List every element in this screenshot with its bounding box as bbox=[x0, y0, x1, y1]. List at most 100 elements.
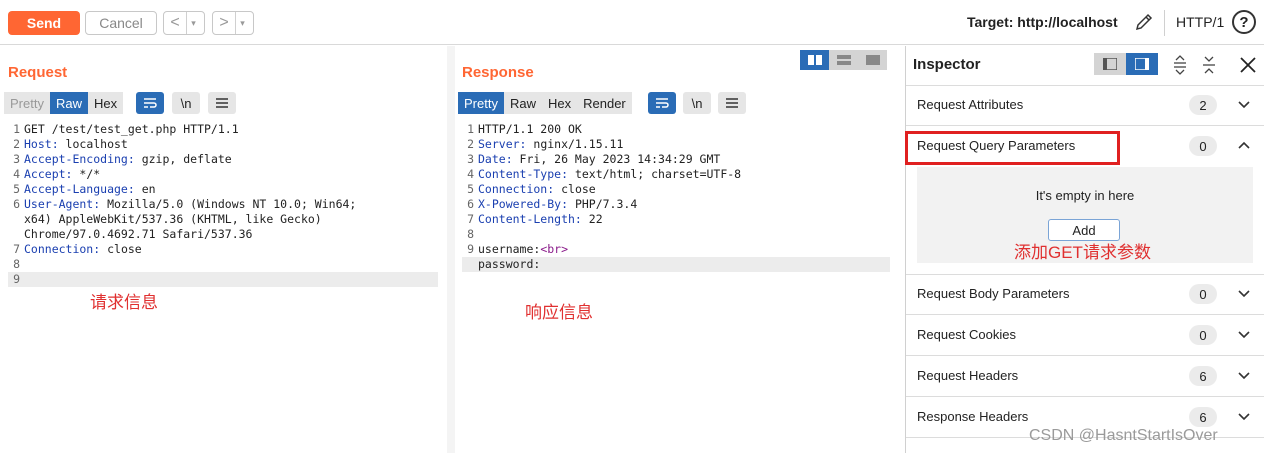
expand-all-icon[interactable] bbox=[1170, 55, 1190, 75]
row-count-badge: 6 bbox=[1189, 366, 1217, 386]
line-number: 8 bbox=[467, 227, 474, 241]
send-button[interactable]: Send bbox=[8, 11, 80, 35]
wrap-icon[interactable] bbox=[136, 92, 164, 114]
inspector-row-request-headers[interactable]: Request Headers 6 bbox=[906, 356, 1264, 397]
code-line[interactable]: 1 GET /test/test_get.php HTTP/1.1 bbox=[8, 122, 438, 137]
header-value: en bbox=[134, 182, 156, 196]
code-line[interactable]: 2 Server: nginx/1.15.11 bbox=[462, 137, 890, 152]
header-key: Connection: bbox=[478, 182, 555, 196]
line-number: 9 bbox=[467, 242, 474, 256]
line-number: 3 bbox=[467, 152, 474, 166]
wrap-icon[interactable] bbox=[648, 92, 676, 114]
inspector-collapse-icon[interactable] bbox=[1094, 53, 1126, 75]
header-key: Content-Length: bbox=[478, 212, 582, 226]
code-text: X-Powered-By: PHP/7.3.4 bbox=[478, 197, 637, 212]
chevron-down-icon[interactable] bbox=[1237, 284, 1253, 304]
code-line[interactable]: x64) AppleWebKit/537.36 (KHTML, like Gec… bbox=[8, 212, 438, 227]
chevron-down-icon[interactable] bbox=[1237, 325, 1253, 345]
code-line[interactable]: 6 User-Agent: Mozilla/5.0 (Windows NT 10.… bbox=[8, 197, 438, 212]
code-text: GET /test/test_get.php HTTP/1.1 bbox=[24, 122, 239, 137]
code-line[interactable]: 5 Connection: close bbox=[462, 182, 890, 197]
code-text: Content-Length: 22 bbox=[478, 212, 603, 227]
code-line[interactable]: 9 username:<br> bbox=[462, 242, 890, 257]
code-line[interactable]: 9 bbox=[8, 272, 438, 287]
code-line[interactable]: password: bbox=[462, 257, 890, 272]
inspector-row-request-body-parameters[interactable]: Request Body Parameters 0 bbox=[906, 274, 1264, 315]
header-key: Accept: bbox=[24, 167, 73, 181]
code-line[interactable]: 1 HTTP/1.1 200 OK bbox=[462, 122, 890, 137]
code-line[interactable]: 3 Date: Fri, 26 May 2023 14:34:29 GMT bbox=[462, 152, 890, 167]
header-value: localhost bbox=[58, 137, 128, 151]
row-count-badge: 0 bbox=[1189, 284, 1217, 304]
tab-raw[interactable]: Raw bbox=[49, 92, 88, 114]
header-value: PHP/7.3.4 bbox=[568, 197, 638, 211]
tab-pretty[interactable]: Pretty bbox=[4, 92, 50, 114]
layout-side-by-side-icon[interactable] bbox=[800, 50, 829, 70]
code-line[interactable]: 6 X-Powered-By: PHP/7.3.4 bbox=[462, 197, 890, 212]
top-toolbar: Send Cancel < ▾ > ▾ Target: http://local… bbox=[0, 0, 1264, 45]
newline-toggle[interactable]: \n bbox=[172, 92, 200, 114]
menu-icon[interactable] bbox=[718, 92, 746, 114]
tab-hex[interactable]: Hex bbox=[541, 92, 578, 114]
code-text: x64) AppleWebKit/537.36 (KHTML, like Gec… bbox=[24, 212, 322, 227]
row-label: Request Headers bbox=[917, 368, 1019, 383]
back-dropdown-icon[interactable]: ▾ bbox=[186, 12, 200, 34]
toolbar-divider bbox=[1164, 10, 1165, 36]
inspector-title: Inspector bbox=[913, 56, 981, 73]
pane-splitter[interactable] bbox=[447, 46, 455, 453]
forward-arrow-icon[interactable]: > bbox=[213, 14, 235, 32]
header-value: close bbox=[554, 182, 596, 196]
inspector-row-request-attributes[interactable]: Request Attributes 2 bbox=[906, 85, 1264, 126]
menu-icon[interactable] bbox=[208, 92, 236, 114]
newline-toggle[interactable]: \n bbox=[683, 92, 711, 114]
code-line[interactable]: 4 Accept: */* bbox=[8, 167, 438, 182]
http-version-toggle[interactable]: HTTP/1 bbox=[1176, 14, 1224, 30]
chevron-up-icon[interactable] bbox=[1237, 136, 1253, 156]
layout-stacked-icon[interactable] bbox=[829, 50, 858, 70]
code-line[interactable]: 4 Content-Type: text/html; charset=UTF-8 bbox=[462, 167, 890, 182]
request-editor[interactable]: 1 GET /test/test_get.php HTTP/1.1 2 Host: l… bbox=[8, 122, 438, 287]
request-tabs: Pretty Raw Hex bbox=[4, 92, 124, 114]
code-line[interactable]: 5 Accept-Language: en bbox=[8, 182, 438, 197]
chevron-down-icon[interactable] bbox=[1237, 366, 1253, 386]
line-number: 6 bbox=[13, 197, 20, 211]
forward-dropdown-icon[interactable]: ▾ bbox=[235, 12, 249, 34]
line-number: 7 bbox=[467, 212, 474, 226]
cancel-button[interactable]: Cancel bbox=[85, 11, 157, 35]
code-line[interactable]: 7 Connection: close bbox=[8, 242, 438, 257]
inspector-expand-icon[interactable] bbox=[1126, 53, 1158, 75]
code-text: Connection: close bbox=[24, 242, 142, 257]
code-line[interactable]: Chrome/97.0.4692.71 Safari/537.36 bbox=[8, 227, 438, 242]
row-count-badge: 6 bbox=[1189, 407, 1217, 427]
line-number: 2 bbox=[467, 137, 474, 151]
code-line[interactable]: 3 Accept-Encoding: gzip, deflate bbox=[8, 152, 438, 167]
tab-pretty[interactable]: Pretty bbox=[458, 92, 504, 114]
code-line[interactable]: 8 bbox=[8, 257, 438, 272]
code-line[interactable]: 2 Host: localhost bbox=[8, 137, 438, 152]
tab-hex[interactable]: Hex bbox=[87, 92, 124, 114]
response-pane: Response Pretty Raw Hex Render \n 1 HTTP/… bbox=[455, 46, 904, 453]
inspector-layout-toggle bbox=[1094, 53, 1158, 75]
inspector-panel: Inspector Request Attributes 2 Request Q… bbox=[905, 46, 1264, 453]
response-editor[interactable]: 1 HTTP/1.1 200 OK 2 Server: nginx/1.15.11 3 D… bbox=[462, 122, 890, 272]
close-icon[interactable] bbox=[1238, 55, 1258, 75]
help-icon[interactable]: ? bbox=[1232, 10, 1256, 34]
tab-raw[interactable]: Raw bbox=[503, 92, 542, 114]
inspector-row-request-cookies[interactable]: Request Cookies 0 bbox=[906, 315, 1264, 356]
header-key: User-Agent: bbox=[24, 197, 101, 211]
pencil-icon[interactable] bbox=[1134, 12, 1154, 32]
code-line[interactable]: 7 Content-Length: 22 bbox=[462, 212, 890, 227]
tab-render[interactable]: Render bbox=[577, 92, 632, 114]
back-nav-group: < ▾ bbox=[163, 11, 205, 35]
code-line[interactable]: 8 bbox=[462, 227, 890, 242]
row-count-badge: 0 bbox=[1189, 136, 1217, 156]
header-key: Date: bbox=[478, 152, 513, 166]
layout-tabs-icon[interactable] bbox=[858, 50, 887, 70]
chevron-down-icon[interactable] bbox=[1237, 407, 1253, 427]
code-text: Accept: */* bbox=[24, 167, 100, 182]
back-arrow-icon[interactable]: < bbox=[164, 14, 186, 32]
chevron-down-icon[interactable] bbox=[1237, 95, 1253, 115]
target-label: Target: http://localhost bbox=[967, 14, 1118, 30]
collapse-all-icon[interactable] bbox=[1199, 55, 1219, 75]
header-value: text/html; charset=UTF-8 bbox=[568, 167, 742, 181]
